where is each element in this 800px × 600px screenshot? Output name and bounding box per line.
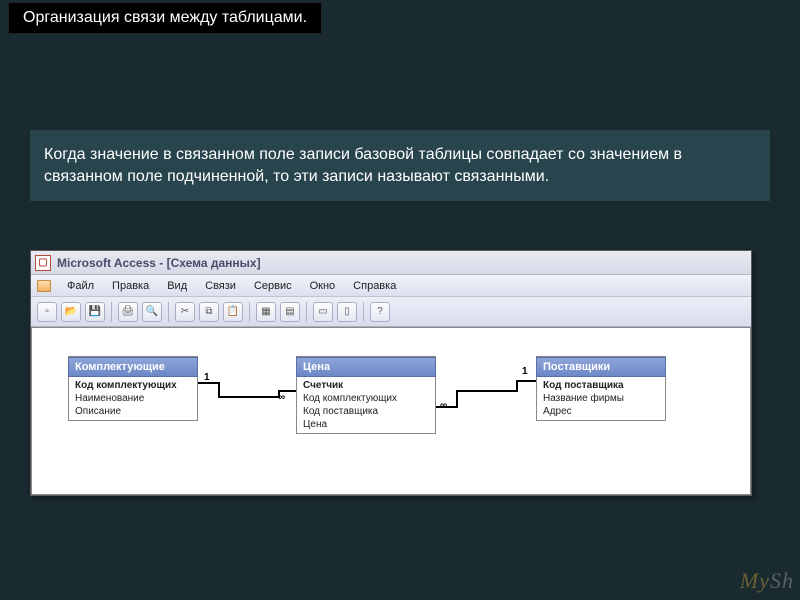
table-row[interactable]: Наименование: [73, 392, 193, 405]
table-add-icon[interactable]: ▦: [256, 302, 276, 322]
toolbar-separator: [111, 302, 112, 322]
menu-service[interactable]: Сервис: [246, 278, 300, 294]
access-window: ▢ Microsoft Access - [Схема данных] Файл…: [30, 250, 752, 496]
table-header[interactable]: Комплектующие: [68, 357, 198, 377]
relation-line[interactable]: [198, 382, 218, 384]
new-icon[interactable]: ▫: [37, 302, 57, 322]
watermark: MySh: [740, 568, 794, 594]
toolbar: ▫ 📂 💾 🖨 🔍 ✂ ⧉ 📋 ▦ ▤ ▭ ▯ ?: [31, 297, 751, 327]
menu-window[interactable]: Окно: [302, 278, 344, 294]
table-body: Счетчик Код комплектующих Код поставщика…: [296, 377, 436, 434]
watermark-part2: Sh: [770, 568, 794, 593]
toolbar-separator: [168, 302, 169, 322]
table-box-komplektuyushchie[interactable]: Комплектующие Код комплектующих Наименов…: [68, 356, 198, 421]
relation-one-label: 1: [522, 366, 528, 377]
menu-help[interactable]: Справка: [345, 278, 404, 294]
table-body: Код комплектующих Наименование Описание: [68, 377, 198, 421]
help-icon[interactable]: ?: [370, 302, 390, 322]
access-app-icon: ▢: [35, 255, 51, 271]
window-title: Microsoft Access - [Схема данных]: [57, 256, 261, 270]
table-box-tsena[interactable]: Цена Счетчик Код комплектующих Код поста…: [296, 356, 436, 434]
relation-line[interactable]: [218, 396, 278, 398]
table-row[interactable]: Код поставщика: [541, 379, 661, 392]
relation-line[interactable]: [516, 380, 536, 382]
menu-relations[interactable]: Связи: [197, 278, 244, 294]
slide-description: Когда значение в связанном поле записи б…: [30, 130, 770, 201]
table-row[interactable]: Код комплектующих: [73, 379, 193, 392]
paste-icon[interactable]: 📋: [223, 302, 243, 322]
cut-icon[interactable]: ✂: [175, 302, 195, 322]
table-box-postavshchiki[interactable]: Поставщики Код поставщика Название фирмы…: [536, 356, 666, 421]
watermark-part1: My: [740, 568, 770, 593]
menu-view[interactable]: Вид: [159, 278, 195, 294]
menubar: Файл Правка Вид Связи Сервис Окно Справк…: [31, 275, 751, 297]
toolbar-separator: [363, 302, 364, 322]
table-body: Код поставщика Название фирмы Адрес: [536, 377, 666, 421]
schema-canvas[interactable]: Комплектующие Код комплектующих Наименов…: [31, 327, 751, 495]
table-header[interactable]: Поставщики: [536, 357, 666, 377]
preview-icon[interactable]: 🔍: [142, 302, 162, 322]
menu-edit[interactable]: Правка: [104, 278, 157, 294]
relation-line[interactable]: [218, 382, 220, 396]
window-titlebar: ▢ Microsoft Access - [Схема данных]: [31, 251, 751, 275]
table-row[interactable]: Описание: [73, 405, 193, 418]
cascade-icon[interactable]: ▭: [313, 302, 333, 322]
menu-file[interactable]: Файл: [59, 278, 102, 294]
tile-icon[interactable]: ▯: [337, 302, 357, 322]
open-icon[interactable]: 📂: [61, 302, 81, 322]
copy-icon[interactable]: ⧉: [199, 302, 219, 322]
save-icon[interactable]: 💾: [85, 302, 105, 322]
relation-many-label: ∞: [278, 392, 285, 403]
table-row[interactable]: Адрес: [541, 405, 661, 418]
relation-line[interactable]: [456, 390, 458, 408]
toolbar-separator: [249, 302, 250, 322]
table-row[interactable]: Цена: [301, 418, 431, 431]
slide-title: Организация связи между таблицами.: [8, 2, 322, 34]
toolbar-separator: [306, 302, 307, 322]
table-show-icon[interactable]: ▤: [280, 302, 300, 322]
window-control-icon[interactable]: [37, 280, 51, 292]
table-row[interactable]: Название фирмы: [541, 392, 661, 405]
table-row[interactable]: Код поставщика: [301, 405, 431, 418]
relation-line[interactable]: [436, 406, 456, 408]
relation-line[interactable]: [456, 390, 516, 392]
print-icon[interactable]: 🖨: [118, 302, 138, 322]
table-row[interactable]: Код комплектующих: [301, 392, 431, 405]
table-header[interactable]: Цена: [296, 357, 436, 377]
table-row[interactable]: Счетчик: [301, 379, 431, 392]
